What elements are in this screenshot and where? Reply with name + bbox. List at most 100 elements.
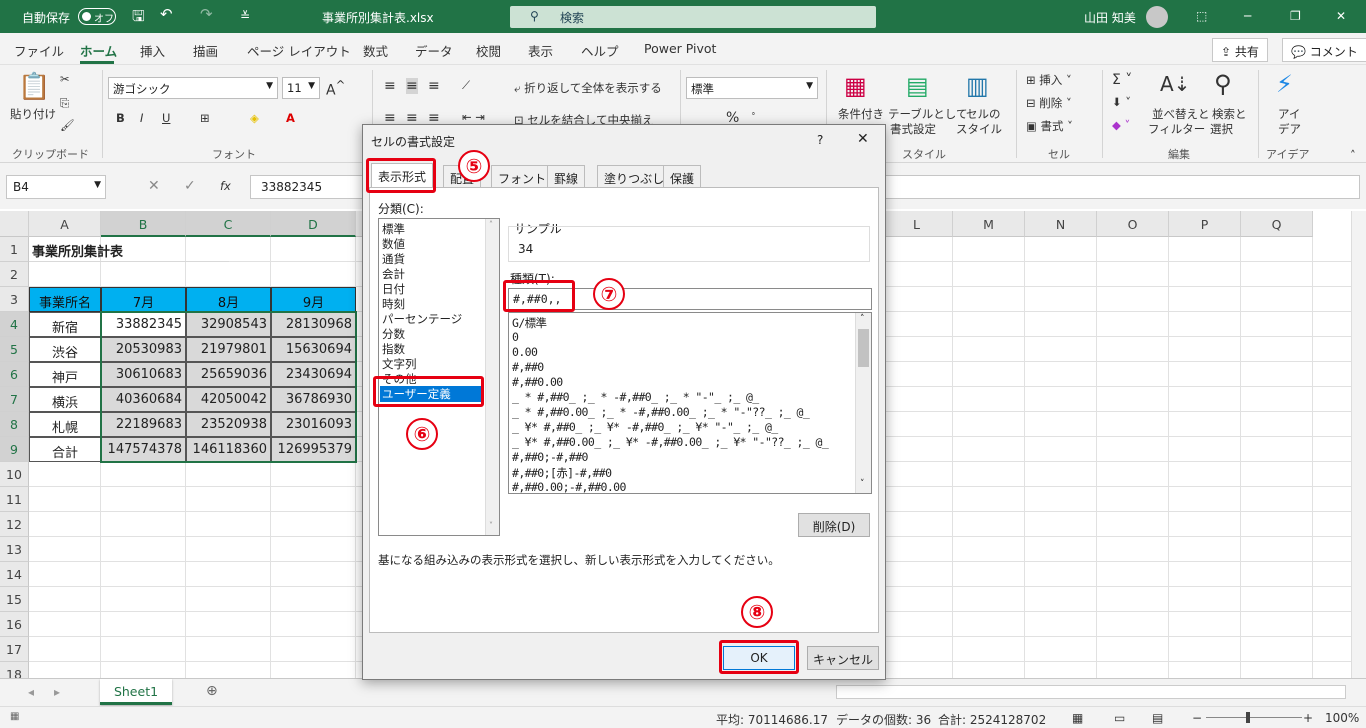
align-middle-icon[interactable]: ≡ — [406, 78, 418, 94]
font-size-select[interactable]: 11 ▼ — [282, 77, 320, 99]
share-button[interactable]: ⇪ 共有 — [1212, 38, 1268, 62]
minimize-icon[interactable]: ─ — [1244, 9, 1251, 23]
row-header-3[interactable]: 3 — [0, 287, 29, 312]
table-cell[interactable]: 15630694 — [271, 337, 356, 362]
font-name-select[interactable]: 游ゴシック ▼ — [108, 77, 278, 99]
tab-page-layout[interactable]: ページ レイアウト — [247, 41, 351, 60]
page-break-view-icon[interactable]: ▤ — [1152, 711, 1163, 725]
cell-styles-label2[interactable]: スタイル — [956, 121, 1002, 137]
select-all-corner[interactable] — [0, 211, 29, 237]
category-item[interactable]: 指数 — [382, 341, 405, 357]
horizontal-scrollbar[interactable] — [836, 685, 1346, 699]
column-header-o[interactable]: O — [1097, 211, 1169, 237]
row-header-15[interactable]: 15 — [0, 587, 29, 612]
row-header-11[interactable]: 11 — [0, 487, 29, 512]
sort-filter-label2[interactable]: フィルター — [1148, 121, 1205, 137]
conditional-format-label[interactable]: 条件付き — [838, 106, 884, 122]
close-window-icon[interactable]: ✕ — [1336, 9, 1346, 23]
name-box[interactable]: B4 ▼ — [6, 175, 106, 199]
zoom-slider[interactable] — [1206, 717, 1302, 718]
row-header-13[interactable]: 13 — [0, 537, 29, 562]
tab-file[interactable]: ファイル — [14, 41, 64, 60]
paste-icon[interactable]: 📋 — [18, 72, 50, 102]
row-header-9[interactable]: 9 — [0, 437, 29, 462]
sort-filter-icon[interactable]: A⇣ — [1160, 72, 1190, 96]
table-cell[interactable]: 146118360 — [186, 437, 271, 462]
paste-button[interactable]: 貼り付け — [10, 106, 56, 122]
zoom-level[interactable]: 100% — [1325, 711, 1359, 725]
table-cell[interactable]: 28130968 — [271, 312, 356, 337]
find-select-label2[interactable]: 選択 — [1210, 121, 1233, 137]
format-item[interactable]: #,##0 — [512, 360, 544, 374]
zoom-in-icon[interactable]: + — [1303, 711, 1313, 725]
help-icon[interactable]: ? — [817, 133, 823, 147]
tab-power-pivot[interactable]: Power Pivot — [644, 41, 716, 56]
avatar[interactable] — [1146, 6, 1168, 28]
underline-icon[interactable]: U — [162, 111, 170, 125]
row-header-1[interactable]: 1 — [0, 237, 29, 262]
category-item[interactable]: 日付 — [382, 281, 405, 297]
ideas-icon[interactable]: ⚡ — [1276, 70, 1293, 98]
bold-icon[interactable]: B — [116, 111, 125, 125]
tab-insert[interactable]: 挿入 — [140, 41, 165, 60]
table-cell[interactable]: 渋谷 — [29, 337, 101, 362]
table-cell[interactable]: 20530983 — [101, 337, 186, 362]
collapse-ribbon-icon[interactable]: ˄ — [1350, 148, 1356, 162]
font-color-icon[interactable]: A — [286, 111, 295, 125]
row-header-8[interactable]: 8 — [0, 412, 29, 437]
format-item[interactable]: _ * #,##0_ ;_ * -#,##0_ ;_ * "-"_ ;_ @_ — [512, 390, 759, 404]
number-format-select[interactable]: 標準 ▼ — [686, 77, 818, 99]
table-header-cell[interactable]: 9月 — [271, 287, 356, 312]
sheet-tab-sheet1[interactable]: Sheet1 — [100, 679, 172, 705]
tab-home[interactable]: ホーム — [80, 41, 117, 60]
ideas-label[interactable]: アイ — [1278, 106, 1300, 122]
search-box[interactable]: ⚲ 検索 — [510, 6, 876, 28]
cell-styles-label[interactable]: セルの — [966, 106, 1001, 122]
clear-icon[interactable]: ◆ ˅ — [1112, 118, 1130, 132]
delete-cells-button[interactable]: ⊟ 削除 ˅ — [1026, 95, 1072, 111]
category-item[interactable]: 通貨 — [382, 251, 405, 267]
indent-icon[interactable]: ⇤ ⇥ — [462, 110, 485, 124]
category-scrollbar[interactable]: ˄ ˅ — [485, 219, 499, 535]
qat-customize-icon[interactable]: ≚ — [240, 9, 250, 23]
autosum-icon[interactable]: Σ ˅ — [1112, 72, 1132, 88]
category-item[interactable]: 数値 — [382, 236, 405, 252]
tab-help[interactable]: ヘルプ — [581, 41, 619, 60]
cut-icon[interactable]: ✂ — [60, 72, 70, 86]
tab-draw[interactable]: 描画 — [193, 41, 218, 60]
fill-icon[interactable]: ⬇ ˅ — [1112, 95, 1131, 109]
table-cell[interactable]: 30610683 — [101, 362, 186, 387]
find-select-icon[interactable]: ⚲ — [1214, 70, 1232, 98]
next-sheet-icon[interactable]: ▸ — [54, 685, 60, 699]
category-item[interactable]: 標準 — [382, 221, 405, 237]
column-header-n[interactable]: N — [1025, 211, 1097, 237]
row-header-12[interactable]: 12 — [0, 512, 29, 537]
cancel-button[interactable]: キャンセル — [807, 646, 879, 670]
table-header-cell[interactable]: 8月 — [186, 287, 271, 312]
row-header-6[interactable]: 6 — [0, 362, 29, 387]
category-item[interactable]: 分数 — [382, 326, 405, 342]
row-header-14[interactable]: 14 — [0, 562, 29, 587]
format-item[interactable]: #,##0;[赤]-#,##0 — [512, 465, 612, 481]
format-item[interactable]: #,##0;-#,##0 — [512, 450, 588, 464]
borders-icon[interactable]: ⊞ — [200, 111, 210, 125]
row-header-10[interactable]: 10 — [0, 462, 29, 487]
tab-data[interactable]: データ — [415, 41, 453, 60]
dialog-close-icon[interactable]: ✕ — [857, 131, 869, 147]
table-cell[interactable]: 21979801 — [186, 337, 271, 362]
sheet-title[interactable]: 事業所別集計表 — [29, 237, 229, 262]
macro-record-icon[interactable]: ▦ — [10, 711, 19, 722]
column-header-m[interactable]: M — [953, 211, 1025, 237]
row-header-2[interactable]: 2 — [0, 262, 29, 287]
conditional-format-icon[interactable]: ▦ — [844, 72, 867, 100]
table-cell[interactable]: 36786930 — [271, 387, 356, 412]
table-cell[interactable]: 40360684 — [101, 387, 186, 412]
column-header-c[interactable]: C — [186, 211, 271, 237]
tab-review[interactable]: 校閲 — [476, 41, 501, 60]
autosave-toggle[interactable]: オフ — [78, 8, 116, 25]
confirm-entry-icon[interactable]: ✓ — [184, 178, 196, 194]
column-header-l[interactable]: L — [881, 211, 953, 237]
column-header-a[interactable]: A — [29, 211, 101, 237]
fill-color-icon[interactable]: ◈ — [250, 111, 259, 125]
italic-icon[interactable]: I — [140, 111, 143, 125]
